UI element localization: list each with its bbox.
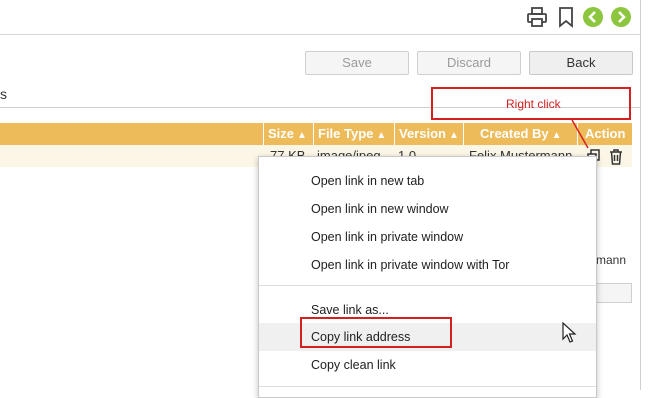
- menu-item-open-private-window-tor[interactable]: Open link in private window with Tor: [259, 251, 596, 279]
- save-button[interactable]: Save: [305, 51, 409, 75]
- scrollbar-edge[interactable]: [640, 0, 641, 390]
- discard-button[interactable]: Discard: [417, 51, 521, 75]
- annotation-label: Right click: [506, 97, 561, 111]
- created-by-fragment: mann: [596, 253, 627, 267]
- menu-item-open-new-window[interactable]: Open link in new window: [259, 195, 596, 223]
- column-file-type-label: File Type: [318, 126, 374, 141]
- menu-item-copy-clean-link[interactable]: Copy clean link: [259, 351, 596, 379]
- column-size-label: Size: [268, 126, 295, 141]
- tab-label-fragment[interactable]: s: [0, 86, 7, 102]
- printer-icon[interactable]: [526, 6, 548, 28]
- menu-separator: [259, 386, 596, 387]
- sort-icon: ▲︎: [448, 130, 459, 141]
- column-size[interactable]: Size ▲︎: [263, 123, 313, 145]
- table-header: Size ▲︎ File Type ▲︎ Version ▲︎ Created By ▲…: [0, 123, 632, 145]
- input-fragment[interactable]: [594, 283, 632, 303]
- column-file-type[interactable]: File Type ▲︎: [313, 123, 394, 145]
- trash-icon[interactable]: [608, 148, 624, 166]
- menu-separator: [259, 285, 596, 286]
- column-created-by[interactable]: Created By ▲︎: [463, 123, 577, 145]
- column-created-by-label: Created By: [480, 126, 549, 141]
- annotation-highlight-box: [300, 317, 452, 348]
- column-version-label: Version: [399, 126, 446, 141]
- sort-icon: ▲︎: [551, 130, 562, 141]
- menu-item-open-private-window[interactable]: Open link in private window: [259, 223, 596, 251]
- toolbar-divider: [0, 34, 640, 35]
- column-action: Action: [577, 123, 632, 145]
- back-button[interactable]: Back: [529, 51, 633, 75]
- bookmark-icon[interactable]: [555, 6, 577, 28]
- menu-item-open-new-tab[interactable]: Open link in new tab: [259, 167, 596, 195]
- forward-arrow-icon[interactable]: [611, 7, 631, 27]
- mouse-cursor-icon: [562, 322, 577, 343]
- column-version[interactable]: Version ▲︎: [394, 123, 463, 145]
- sort-icon: ▲︎: [376, 130, 387, 141]
- sort-icon: ▲︎: [297, 130, 307, 141]
- back-arrow-icon[interactable]: [583, 7, 603, 27]
- context-menu: Open link in new tab Open link in new wi…: [258, 156, 597, 398]
